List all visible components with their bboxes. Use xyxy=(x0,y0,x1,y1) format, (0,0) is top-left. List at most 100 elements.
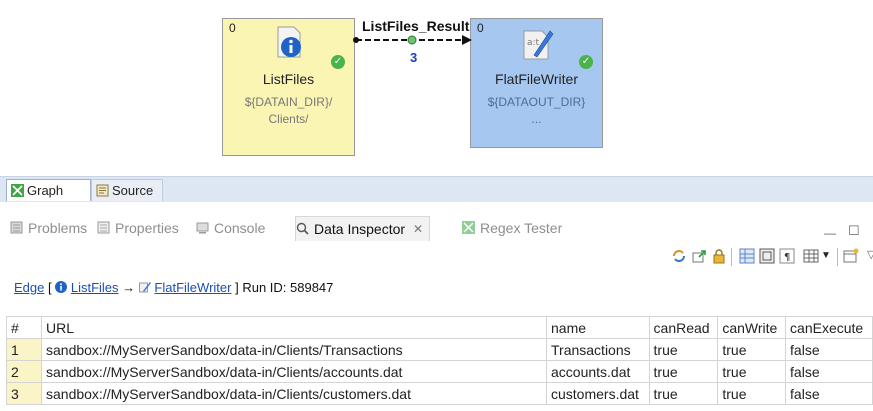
grid-view-icon[interactable] xyxy=(739,248,755,264)
cell-name[interactable]: accounts.dat xyxy=(546,360,650,383)
cell-canwrite[interactable]: true xyxy=(717,360,787,383)
chevron-down-icon[interactable]: ▼ xyxy=(821,248,837,264)
tab-graph[interactable]: Graph xyxy=(6,179,91,201)
edge-record-count: 3 xyxy=(410,50,418,65)
node-subtitle: ${DATAOUT_DIR} ... xyxy=(471,94,602,128)
tab-label: Data Inspector xyxy=(314,221,406,237)
view-menu-icon[interactable]: ▽ xyxy=(867,248,873,264)
flatfilewriter-node[interactable]: 0 a:t ✓ FlatFileWriter ${DATAOUT_DIR} ..… xyxy=(470,18,603,148)
tab-label: Console xyxy=(214,220,266,236)
inspector-toolbar: ¶ ▼ ▽ xyxy=(593,248,873,268)
bracket-open: [ xyxy=(48,280,56,295)
cell-canwrite[interactable]: true xyxy=(717,338,787,361)
refresh-icon[interactable] xyxy=(671,248,687,264)
tab-label: Regex Tester xyxy=(480,220,563,236)
check-icon: ✓ xyxy=(331,55,345,69)
node-title: FlatFileWriter xyxy=(495,71,578,87)
lock-icon[interactable] xyxy=(711,248,727,264)
cell-canexecute[interactable]: false xyxy=(785,338,873,361)
console-icon xyxy=(196,222,209,234)
new-window-icon[interactable] xyxy=(843,248,859,264)
listfiles-node[interactable]: 0 ✓ ListFiles ${DATAIN_DIR}/ Clients/ xyxy=(222,18,355,156)
node-subtitle-line: ${DATAIN_DIR}/ xyxy=(244,95,333,109)
cell-url[interactable]: sandbox://MyServerSandbox/data-in/Client… xyxy=(41,338,547,361)
check-icon: ✓ xyxy=(579,55,593,69)
toolbar-separator xyxy=(837,248,838,266)
target-component-link[interactable]: FlatFileWriter xyxy=(154,280,231,295)
tab-console[interactable]: Console xyxy=(196,218,265,238)
tab-problems[interactable]: Problems xyxy=(10,218,87,238)
regex-icon xyxy=(462,221,475,234)
tab-data-inspector[interactable]: Data Inspector ✕ xyxy=(295,216,431,241)
tab-label: Source xyxy=(112,183,154,198)
table-row[interactable]: 2 sandbox://MyServerSandbox/data-in/Clie… xyxy=(6,360,873,383)
graph-canvas[interactable]: 0 ✓ ListFiles ${DATAIN_DIR}/ Clients/ 0 … xyxy=(0,0,873,176)
source-component-link[interactable]: ListFiles xyxy=(71,280,119,295)
tab-source[interactable]: Source xyxy=(91,179,163,201)
cell-canexecute[interactable]: false xyxy=(785,360,873,383)
cell-name[interactable]: customers.dat xyxy=(546,382,650,405)
close-icon[interactable]: ✕ xyxy=(413,217,423,241)
node-subtitle-line: Clients/ xyxy=(268,112,309,126)
row-number: 1 xyxy=(6,338,42,361)
cell-canread[interactable]: true xyxy=(648,382,719,405)
row-number: 2 xyxy=(6,360,42,383)
source-icon xyxy=(96,184,109,197)
input-port-number: 0 xyxy=(229,21,236,35)
tab-label: Graph xyxy=(27,183,64,198)
tab-properties[interactable]: Properties xyxy=(97,218,179,238)
svg-text:a:t: a:t xyxy=(527,38,540,48)
table-row[interactable]: 1 sandbox://MyServerSandbox/data-in/Clie… xyxy=(6,338,873,361)
edge-link[interactable]: Edge xyxy=(14,280,44,295)
arrow-separator: → xyxy=(122,280,136,295)
editor-tab-bar: Graph Source xyxy=(0,176,873,203)
table-header-row: # URL name canRead canWrite canExecute xyxy=(6,316,873,339)
data-table: # URL name canRead canWrite canExecute 1… xyxy=(6,316,873,405)
edge-start-port[interactable] xyxy=(353,37,359,43)
column-header[interactable]: name xyxy=(546,316,650,339)
record-view-icon[interactable] xyxy=(759,248,775,264)
cell-canwrite[interactable]: true xyxy=(717,382,787,405)
maximize-icon[interactable]: ☐ xyxy=(848,223,860,239)
input-port-number: 0 xyxy=(477,21,484,35)
tab-label: Problems xyxy=(28,220,88,236)
toolbar-separator xyxy=(731,248,732,266)
problems-icon xyxy=(10,221,23,234)
column-header[interactable]: URL xyxy=(41,316,547,339)
edge-breadcrumb: Edge [ ListFiles → FlatFileWriter ] Run … xyxy=(14,280,333,295)
cell-name[interactable]: Transactions xyxy=(546,338,650,361)
table-icon[interactable] xyxy=(803,248,819,264)
info-document-icon xyxy=(277,26,301,58)
edge-arrow-icon xyxy=(462,35,472,45)
tab-label: Properties xyxy=(115,220,179,236)
table-row[interactable]: 3 sandbox://MyServerSandbox/data-in/Clie… xyxy=(6,382,873,405)
writer-pen-icon xyxy=(138,282,151,293)
text-view-icon[interactable]: ¶ xyxy=(779,248,795,264)
info-icon xyxy=(55,281,68,293)
run-id: Run ID: 589847 xyxy=(242,280,334,295)
export-icon[interactable] xyxy=(691,248,707,264)
row-number: 3 xyxy=(6,382,42,405)
views-panel: Problems Properties Console Data Inspect… xyxy=(0,202,873,411)
view-tab-bar: Problems Properties Console Data Inspect… xyxy=(0,212,873,241)
edge-debug-icon[interactable] xyxy=(407,35,417,45)
edge-label[interactable]: ListFiles_Result xyxy=(362,18,469,34)
cell-canread[interactable]: true xyxy=(648,338,719,361)
column-header[interactable]: canWrite xyxy=(717,316,787,339)
magnifier-icon xyxy=(296,222,309,235)
minimize-icon[interactable]: — xyxy=(824,226,836,240)
column-header[interactable]: canRead xyxy=(648,316,719,339)
column-header[interactable]: # xyxy=(6,316,42,339)
tab-regex-tester[interactable]: Regex Tester xyxy=(462,218,562,238)
cell-canexecute[interactable]: false xyxy=(785,382,873,405)
cell-canread[interactable]: true xyxy=(648,360,719,383)
graph-icon xyxy=(11,184,24,197)
node-subtitle: ${DATAIN_DIR}/ Clients/ xyxy=(223,94,354,128)
cell-url[interactable]: sandbox://MyServerSandbox/data-in/Client… xyxy=(41,360,547,383)
node-subtitle-line: ... xyxy=(531,112,542,126)
properties-icon xyxy=(97,221,110,234)
node-title: ListFiles xyxy=(262,71,315,87)
writer-pen-icon: a:t xyxy=(523,30,553,60)
cell-url[interactable]: sandbox://MyServerSandbox/data-in/Client… xyxy=(41,382,547,405)
column-header[interactable]: canExecute xyxy=(785,316,873,339)
